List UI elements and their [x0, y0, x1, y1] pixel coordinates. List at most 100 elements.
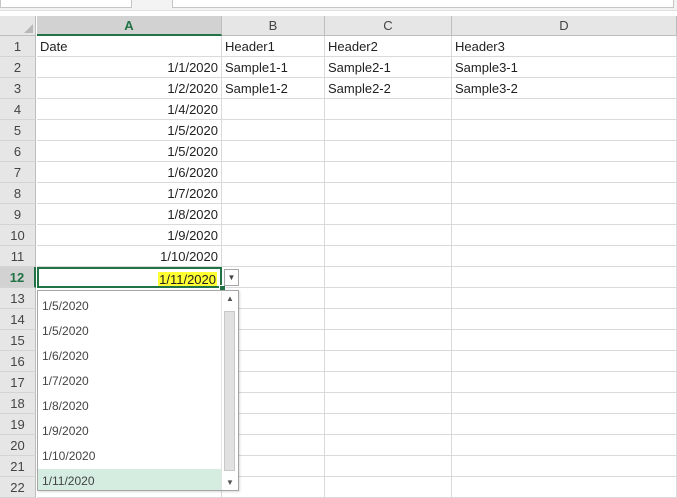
column-header-a[interactable]: A: [37, 16, 222, 36]
cell-b4[interactable]: [222, 99, 325, 120]
cell-c18[interactable]: [325, 393, 452, 414]
cell-a6[interactable]: 1/5/2020: [37, 141, 222, 162]
cell-b2[interactable]: Sample1-1: [222, 57, 325, 78]
cell-c17[interactable]: [325, 372, 452, 393]
cell-d22[interactable]: [452, 477, 677, 498]
dropdown-option[interactable]: 1/7/2020: [38, 369, 222, 394]
validation-dropdown-button[interactable]: ▼: [224, 269, 239, 286]
cell-d10[interactable]: [452, 225, 677, 246]
row-header-16[interactable]: 16: [0, 351, 36, 372]
column-header-d[interactable]: D: [452, 16, 677, 36]
cell-b7[interactable]: [222, 162, 325, 183]
cell-b1[interactable]: Header1: [222, 36, 325, 57]
cell-c11[interactable]: [325, 246, 452, 267]
cell-b9[interactable]: [222, 204, 325, 225]
cell-c6[interactable]: [325, 141, 452, 162]
row-header-3[interactable]: 3: [0, 78, 36, 99]
row-header-10[interactable]: 10: [0, 225, 36, 246]
cell-a12[interactable]: 1/11/2020: [37, 267, 222, 288]
row-header-13[interactable]: 13: [0, 288, 36, 309]
row-header-14[interactable]: 14: [0, 309, 36, 330]
name-box[interactable]: [0, 0, 132, 8]
cell-a9[interactable]: 1/8/2020: [37, 204, 222, 225]
row-header-8[interactable]: 8: [0, 183, 36, 204]
cell-c22[interactable]: [325, 477, 452, 498]
cell-b10[interactable]: [222, 225, 325, 246]
dropdown-option[interactable]: 1/5/2020: [38, 319, 222, 344]
cell-d17[interactable]: [452, 372, 677, 393]
cell-d2[interactable]: Sample3-1: [452, 57, 677, 78]
row-header-6[interactable]: 6: [0, 141, 36, 162]
row-header-2[interactable]: 2: [0, 57, 36, 78]
row-header-5[interactable]: 5: [0, 120, 36, 141]
cell-a5[interactable]: 1/5/2020: [37, 120, 222, 141]
cell-a11[interactable]: 1/10/2020: [37, 246, 222, 267]
row-header-9[interactable]: 9: [0, 204, 36, 225]
row-header-20[interactable]: 20: [0, 435, 36, 456]
cell-c20[interactable]: [325, 435, 452, 456]
cell-c5[interactable]: [325, 120, 452, 141]
cell-d5[interactable]: [452, 120, 677, 141]
dropdown-option[interactable]: 1/6/2020: [38, 344, 222, 369]
cell-c14[interactable]: [325, 309, 452, 330]
cell-d21[interactable]: [452, 456, 677, 477]
cell-a3[interactable]: 1/2/2020: [37, 78, 222, 99]
row-header-4[interactable]: 4: [0, 99, 36, 120]
cell-b5[interactable]: [222, 120, 325, 141]
cell-a1[interactable]: Date: [37, 36, 222, 57]
cell-d11[interactable]: [452, 246, 677, 267]
cell-d7[interactable]: [452, 162, 677, 183]
cell-c8[interactable]: [325, 183, 452, 204]
cell-d16[interactable]: [452, 351, 677, 372]
cell-c12[interactable]: [325, 267, 452, 288]
cell-c9[interactable]: [325, 204, 452, 225]
function-icon[interactable]: [140, 0, 162, 8]
row-header-19[interactable]: 19: [0, 414, 36, 435]
cell-d3[interactable]: Sample3-2: [452, 78, 677, 99]
cell-d15[interactable]: [452, 330, 677, 351]
column-header-b[interactable]: B: [222, 16, 325, 36]
dropdown-scrollbar[interactable]: ▲ ▼: [221, 291, 238, 490]
cell-d18[interactable]: [452, 393, 677, 414]
cell-d14[interactable]: [452, 309, 677, 330]
select-all-corner[interactable]: [0, 16, 36, 36]
row-header-22[interactable]: 22: [0, 477, 36, 498]
cell-b8[interactable]: [222, 183, 325, 204]
cell-b3[interactable]: Sample1-2: [222, 78, 325, 99]
row-header-7[interactable]: 7: [0, 162, 36, 183]
cell-c2[interactable]: Sample2-1: [325, 57, 452, 78]
column-header-c[interactable]: C: [325, 16, 452, 36]
row-header-1[interactable]: 1: [0, 36, 36, 57]
cell-c21[interactable]: [325, 456, 452, 477]
cell-a7[interactable]: 1/6/2020: [37, 162, 222, 183]
cell-d13[interactable]: [452, 288, 677, 309]
cell-c15[interactable]: [325, 330, 452, 351]
formula-input[interactable]: [172, 0, 674, 8]
cell-c16[interactable]: [325, 351, 452, 372]
row-header-12[interactable]: 12: [0, 267, 36, 288]
dropdown-option[interactable]: 1/5/2020: [38, 294, 222, 319]
cell-d9[interactable]: [452, 204, 677, 225]
cell-a4[interactable]: 1/4/2020: [37, 99, 222, 120]
dropdown-option[interactable]: 1/9/2020: [38, 419, 222, 444]
cell-a8[interactable]: 1/7/2020: [37, 183, 222, 204]
cell-c7[interactable]: [325, 162, 452, 183]
row-header-18[interactable]: 18: [0, 393, 36, 414]
cell-b11[interactable]: [222, 246, 325, 267]
cell-d6[interactable]: [452, 141, 677, 162]
row-header-11[interactable]: 11: [0, 246, 36, 267]
cell-d19[interactable]: [452, 414, 677, 435]
cell-c13[interactable]: [325, 288, 452, 309]
scroll-thumb[interactable]: [224, 311, 235, 471]
scroll-up-icon[interactable]: ▲: [222, 291, 238, 306]
cell-d8[interactable]: [452, 183, 677, 204]
row-header-15[interactable]: 15: [0, 330, 36, 351]
cell-c1[interactable]: Header2: [325, 36, 452, 57]
cell-a10[interactable]: 1/9/2020: [37, 225, 222, 246]
scroll-down-icon[interactable]: ▼: [222, 475, 238, 490]
cell-c19[interactable]: [325, 414, 452, 435]
validation-dropdown-list[interactable]: 1/5/2020 1/5/2020 1/6/2020 1/7/2020 1/8/2020…: [37, 290, 239, 491]
cell-c4[interactable]: [325, 99, 452, 120]
cell-c10[interactable]: [325, 225, 452, 246]
cell-d1[interactable]: Header3: [452, 36, 677, 57]
